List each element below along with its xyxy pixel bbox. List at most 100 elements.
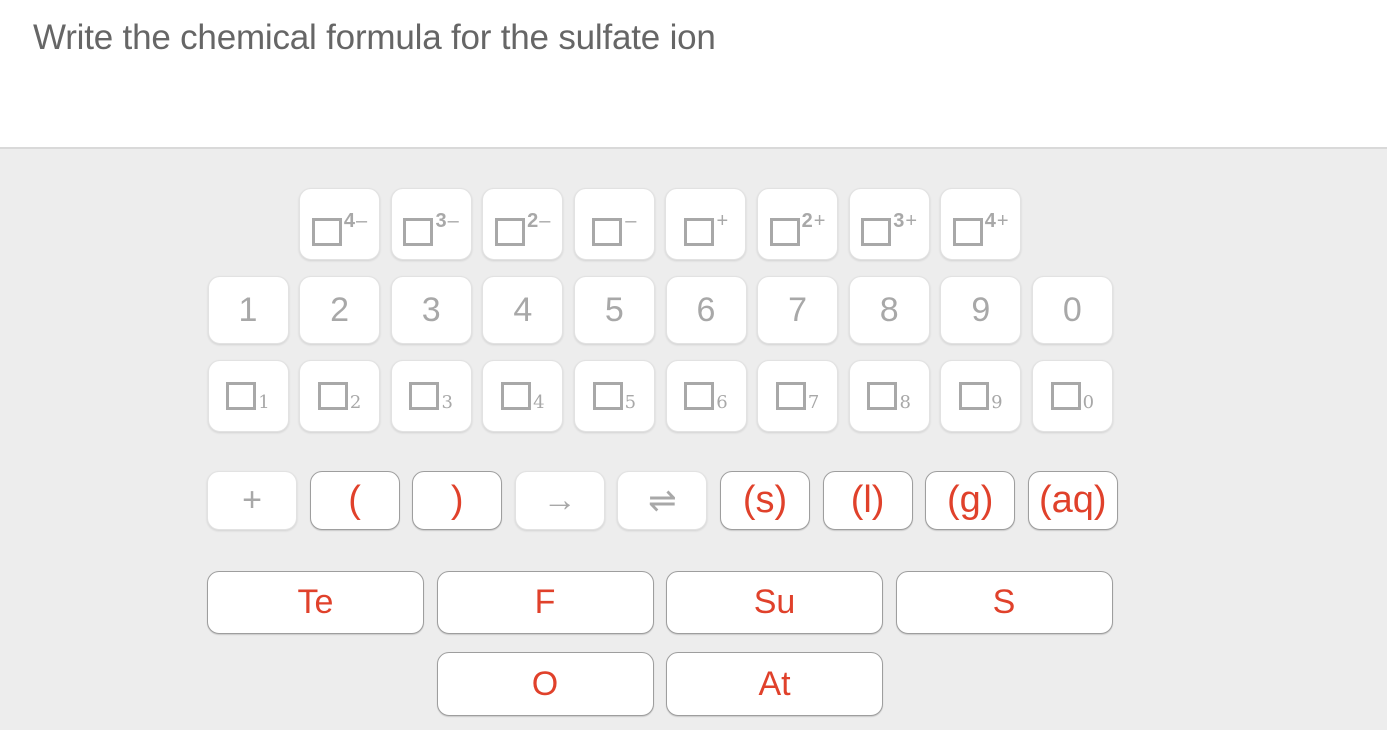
question-text: Write the chemical formula for the sulfa… — [33, 18, 716, 57]
placeholder-box-icon — [683, 218, 714, 246]
charge-button[interactable]: 4– — [299, 188, 380, 260]
number-label: 3 — [421, 290, 441, 329]
number-button[interactable]: 8 — [848, 276, 930, 344]
number-label: 7 — [788, 290, 808, 329]
charge-superscript: 2– — [527, 210, 550, 233]
equilibrium-arrow-button[interactable]: ⇌ — [617, 471, 708, 530]
charge-magnitude: 2 — [527, 210, 539, 232]
number-label: 4 — [513, 290, 533, 329]
subscript-button[interactable]: 5 — [573, 360, 655, 432]
placeholder-box-icon — [409, 382, 440, 410]
charge-superscript: + — [716, 210, 729, 233]
element-symbol: At — [758, 664, 791, 703]
subscript-digit: 8 — [899, 392, 911, 413]
charge-magnitude: 2 — [801, 210, 813, 232]
number-button[interactable]: 2 — [299, 276, 381, 344]
charge-button[interactable]: – — [573, 188, 655, 260]
gas-state-label: (g) — [946, 479, 994, 521]
charge-sign: + — [716, 210, 729, 232]
number-label: 2 — [330, 290, 350, 329]
element-button[interactable]: At — [666, 652, 883, 716]
subscript-digit: 2 — [349, 392, 362, 413]
number-button[interactable]: 6 — [665, 276, 747, 344]
charge-label: – — [592, 210, 636, 246]
number-button[interactable]: 9 — [940, 276, 1022, 344]
subscript-button[interactable]: 4 — [482, 360, 564, 432]
charge-superscript: 3– — [435, 210, 458, 233]
charge-button[interactable]: 4 + — [940, 188, 1022, 260]
plus-button[interactable]: + — [207, 471, 297, 530]
element-button[interactable]: S — [895, 571, 1113, 634]
number-button[interactable]: 3 — [390, 276, 472, 344]
element-button[interactable]: O — [436, 652, 654, 716]
charge-label: 3 + — [861, 210, 917, 246]
close-paren-button[interactable]: ) — [412, 471, 503, 530]
placeholder-box-icon — [592, 218, 623, 246]
number-button[interactable]: 4 — [482, 276, 564, 344]
placeholder-box-icon — [684, 382, 715, 410]
subscript-digit: 7 — [807, 392, 820, 413]
placeholder-box-icon — [226, 382, 257, 410]
number-button[interactable]: 7 — [757, 276, 839, 344]
charge-magnitude: 4 — [343, 210, 355, 232]
subscript-button[interactable]: 0 — [1031, 360, 1113, 432]
aqueous-state-label: (aq) — [1039, 479, 1107, 521]
charge-button[interactable]: + — [665, 188, 747, 260]
element-symbol: S — [992, 583, 1016, 621]
close-paren-label: ) — [450, 479, 464, 521]
placeholder-box-icon — [495, 218, 526, 246]
subscript-button[interactable]: 1 — [207, 360, 289, 432]
charge-sign: – — [447, 210, 459, 232]
solid-state-label: (s) — [742, 479, 788, 521]
solid-state-button[interactable]: (s) — [720, 471, 810, 530]
charge-label: 2– — [495, 210, 550, 246]
placeholder-box-icon — [959, 382, 990, 410]
gas-state-button[interactable]: (g) — [925, 471, 1016, 530]
element-button[interactable]: Te — [207, 571, 424, 634]
liquid-state-label: (l) — [850, 479, 885, 521]
number-button[interactable]: 1 — [207, 276, 289, 344]
aqueous-state-button[interactable]: (aq) — [1027, 471, 1118, 530]
subscript-button[interactable]: 9 — [940, 360, 1022, 432]
number-label: 9 — [971, 290, 991, 329]
charge-magnitude: 4 — [984, 210, 996, 232]
subscript-digit: 3 — [441, 392, 453, 413]
subscript-label: 7 — [775, 382, 820, 413]
placeholder-box-icon — [403, 218, 434, 246]
liquid-state-button[interactable]: (l) — [822, 471, 913, 530]
charge-button[interactable]: 2 + — [757, 188, 838, 260]
charge-magnitude: 3 — [893, 210, 905, 232]
charge-sign: + — [996, 210, 1009, 232]
element-button[interactable]: Su — [666, 571, 883, 634]
subscript-button[interactable]: 2 — [299, 360, 381, 432]
placeholder-box-icon — [769, 218, 800, 246]
placeholder-box-icon — [592, 382, 623, 410]
subscript-button[interactable]: 8 — [848, 360, 930, 432]
number-label: 1 — [238, 290, 258, 329]
charge-button[interactable]: 2– — [482, 188, 564, 260]
subscript-button[interactable]: 6 — [665, 360, 747, 432]
subscript-button[interactable]: 7 — [757, 360, 839, 432]
open-paren-button[interactable]: ( — [309, 471, 400, 530]
number-button[interactable]: 0 — [1031, 276, 1113, 344]
open-paren-label: ( — [348, 479, 361, 521]
subscript-label: 8 — [867, 382, 911, 413]
element-button[interactable]: F — [436, 571, 654, 634]
charge-label: 4– — [311, 210, 368, 246]
charge-superscript: 3 + — [893, 210, 917, 233]
charge-sign: – — [356, 210, 368, 232]
charge-sign: + — [905, 210, 917, 232]
charge-button[interactable]: 3 + — [848, 188, 930, 260]
charge-superscript: – — [624, 210, 636, 233]
placeholder-box-icon — [1050, 382, 1081, 410]
charge-sign: – — [625, 210, 637, 232]
charge-sign: – — [539, 210, 551, 232]
number-button[interactable]: 5 — [573, 276, 655, 344]
charge-button[interactable]: 3– — [390, 188, 472, 260]
reaction-arrow-button[interactable]: → — [514, 471, 605, 530]
number-label: 8 — [879, 290, 899, 329]
placeholder-box-icon — [311, 218, 342, 246]
subscript-button[interactable]: 3 — [390, 360, 472, 432]
placeholder-box-icon — [867, 382, 898, 410]
charge-label: 4 + — [952, 210, 1009, 246]
